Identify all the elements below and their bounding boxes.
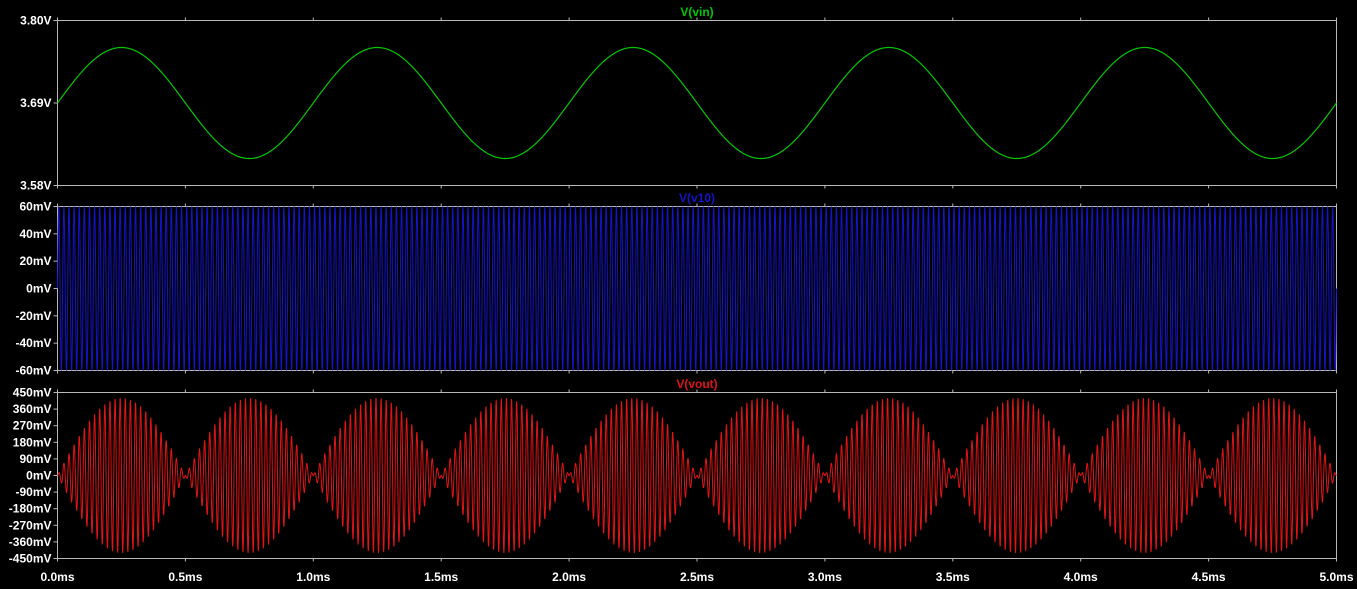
y-tick-label: 60mV (19, 200, 51, 214)
y-tick-label: 3.80V (20, 14, 51, 28)
waveform-viewer: V(vin) V(v10) V(vout) 3.58V 3.69V 3.80V -6… (9, 5, 1354, 584)
y-tick-label: -90mV (15, 485, 51, 499)
y-tick-label: -40mV (15, 336, 51, 350)
trace-title-v10[interactable]: V(v10) (679, 191, 715, 205)
x-tick-label: 0.5ms (168, 570, 202, 584)
x-tick-label: 5.0ms (1319, 570, 1353, 584)
y-tick-label: -270mV (9, 518, 52, 532)
x-tick-label: 2.0ms (552, 570, 586, 584)
y-tick-label: 0mV (26, 469, 51, 483)
x-tick-label: 0.0ms (40, 570, 74, 584)
y-tick-label: 450mV (13, 386, 52, 400)
y-axis-vin: 3.58V 3.69V 3.80V (20, 14, 58, 193)
x-tick-label: 3.0ms (808, 570, 842, 584)
y-tick-label: -450mV (9, 552, 52, 566)
x-tick-label: 1.5ms (424, 570, 458, 584)
y-tick-label: 3.69V (20, 96, 51, 110)
y-tick-label: 0mV (26, 282, 51, 296)
y-tick-label: 40mV (19, 227, 51, 241)
trace-title-vout[interactable]: V(vout) (676, 377, 717, 391)
x-tick-label: 1.0ms (296, 570, 330, 584)
y-tick-label: -360mV (9, 535, 52, 549)
y-axis-v10: -60mV -40mV -20mV 0mV 20mV 40mV 60mV (15, 200, 58, 378)
y-tick-label: 180mV (13, 435, 52, 449)
y-tick-label: 20mV (19, 254, 51, 268)
y-tick-label: -180mV (9, 502, 52, 516)
x-tick-label: 2.5ms (680, 570, 714, 584)
x-tick-label: 4.0ms (1064, 570, 1098, 584)
y-tick-label: 3.58V (20, 179, 51, 193)
y-tick-label: 270mV (13, 419, 52, 433)
trace-vout (57, 398, 1337, 553)
trace-title-vin[interactable]: V(vin) (680, 5, 713, 19)
x-tick-label: 4.5ms (1192, 570, 1226, 584)
y-tick-label: 90mV (19, 452, 51, 466)
y-tick-label: -60mV (15, 364, 51, 378)
trace-vin (57, 46, 1337, 160)
y-tick-label: 360mV (13, 402, 52, 416)
x-tick-label: 3.5ms (936, 570, 970, 584)
y-axis-vout: -450mV -360mV -270mV -180mV -90mV 0mV 90mV 180m… (9, 386, 58, 566)
y-tick-label: -20mV (15, 309, 51, 323)
trace-v10 (57, 206, 1337, 371)
